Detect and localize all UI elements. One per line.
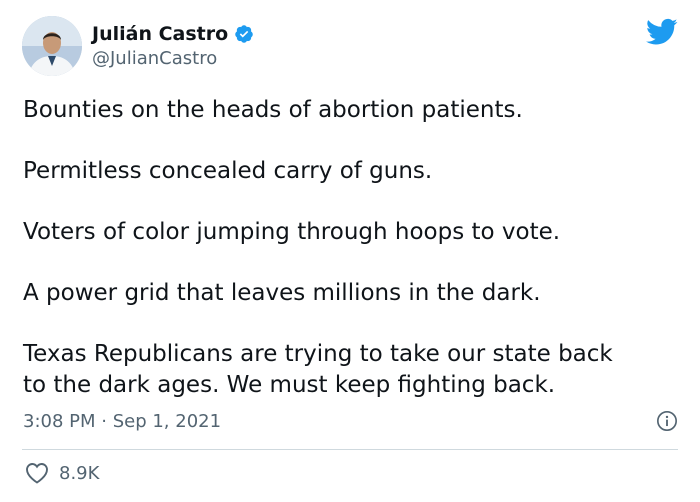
handle[interactable]: @JulianCastro — [92, 47, 254, 71]
heart-icon[interactable] — [25, 462, 49, 484]
timestamp[interactable]: 3:08 PM · Sep 1, 2021 — [23, 411, 221, 432]
info-icon[interactable] — [656, 410, 678, 432]
tweet-paragraph: Permitless concealed carry of guns. — [23, 158, 433, 184]
tweet-text: Bounties on the heads of abortion patien… — [23, 95, 683, 401]
divider — [22, 449, 678, 450]
verified-badge-icon — [235, 25, 253, 43]
display-name-row: Julián Castro — [92, 22, 254, 46]
tweet-card: Julián Castro @JulianCastro Bounties on … — [0, 0, 700, 502]
tweet-meta: 3:08 PM · Sep 1, 2021 — [23, 410, 678, 432]
avatar-image — [22, 16, 82, 76]
author-info: Julián Castro @JulianCastro — [92, 22, 254, 71]
avatar[interactable] — [22, 16, 82, 76]
tweet-paragraph: Texas Republicans are trying to take our… — [23, 341, 613, 398]
tweet-paragraph: A power grid that leaves millions in the… — [23, 280, 541, 306]
tweet-paragraph: Voters of color jumping through hoops to… — [23, 219, 561, 245]
twitter-bird-icon[interactable] — [646, 18, 678, 46]
like-button[interactable]: 8.9K — [25, 462, 99, 484]
display-name[interactable]: Julián Castro — [92, 22, 228, 46]
like-count: 8.9K — [59, 462, 100, 484]
tweet-paragraph: Bounties on the heads of abortion patien… — [23, 97, 523, 123]
